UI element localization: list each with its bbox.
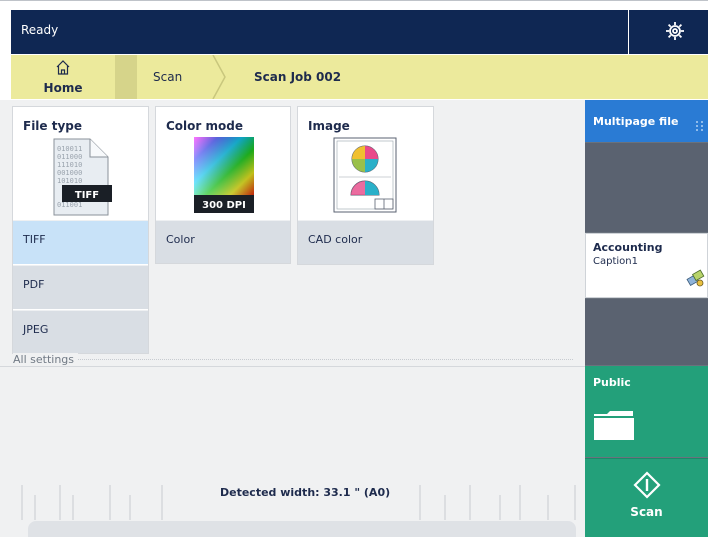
color-mode-value: Color — [156, 220, 290, 263]
svg-text:010011: 010011 — [57, 145, 82, 153]
svg-text:101010: 101010 — [57, 177, 82, 185]
svg-text:001000: 001000 — [57, 169, 82, 177]
section-divider — [0, 366, 585, 367]
image-value: CAD color — [298, 220, 433, 264]
all-settings-rule — [13, 359, 573, 360]
home-button[interactable]: Home — [11, 55, 115, 99]
file-type-option-jpeg[interactable]: JPEG — [13, 310, 148, 353]
detected-width-text: Detected width: 33.1 " (A0) — [220, 486, 391, 499]
destination-title: Accounting — [593, 241, 663, 254]
color-palette-icon: 300 DPI — [194, 137, 254, 213]
scan-label: Scan — [630, 505, 663, 519]
svg-text:111010: 111010 — [57, 161, 82, 169]
empty-slot-2 — [585, 299, 708, 365]
svg-text:011001: 011001 — [57, 201, 82, 209]
settings-area: File type 010011 011000 111010 001000 10… — [0, 100, 585, 537]
public-label: Public — [593, 376, 631, 389]
destination-caption: Caption1 — [593, 256, 638, 267]
gear-icon[interactable] — [665, 21, 685, 41]
status-text: Ready — [21, 23, 59, 37]
breadcrumb-separator — [115, 55, 137, 99]
resolution-badge: 300 DPI — [202, 200, 246, 211]
tiff-badge: TIFF — [75, 190, 99, 201]
file-type-title: File type — [23, 119, 83, 133]
top-bar: Ready — [11, 10, 708, 54]
public-folder-button[interactable]: Public — [585, 366, 708, 457]
file-type-tile[interactable]: File type 010011 011000 111010 001000 10… — [13, 107, 148, 353]
multipage-file-button[interactable]: Multipage file — [585, 100, 708, 142]
file-type-option-pdf[interactable]: PDF — [13, 265, 148, 309]
breadcrumb-chevron-icon — [212, 55, 226, 99]
image-title: Image — [308, 119, 350, 133]
all-settings-link[interactable]: All settings — [13, 353, 78, 366]
start-icon — [633, 471, 661, 499]
tiff-file-icon: 010011 011000 111010 001000 101010 01100… — [53, 138, 112, 216]
drag-handle-icon — [696, 121, 703, 131]
empty-slot — [585, 143, 708, 232]
home-icon — [56, 60, 70, 75]
color-mode-title: Color mode — [166, 119, 243, 133]
color-mode-tile[interactable]: Color mode 300 DPI Color — [156, 107, 290, 263]
breadcrumb-item-scan[interactable]: Scan — [153, 70, 182, 84]
cad-drawing-icon — [333, 137, 397, 213]
media-width-track — [28, 521, 576, 537]
breadcrumb: Home Scan Scan Job 002 — [11, 55, 708, 99]
destination-accounting[interactable]: Accounting Caption1 — [585, 233, 708, 298]
svg-text:011000: 011000 — [57, 153, 82, 161]
home-label: Home — [43, 81, 83, 95]
network-icon — [686, 269, 705, 287]
scan-button[interactable]: Scan — [585, 458, 708, 537]
multipage-label: Multipage file — [593, 115, 679, 128]
breadcrumb-item-current: Scan Job 002 — [254, 70, 342, 84]
top-bar-divider — [628, 10, 629, 54]
file-type-option-tiff[interactable]: TIFF — [13, 220, 148, 264]
image-tile[interactable]: Image CAD color — [298, 107, 433, 264]
folder-icon — [594, 411, 634, 440]
